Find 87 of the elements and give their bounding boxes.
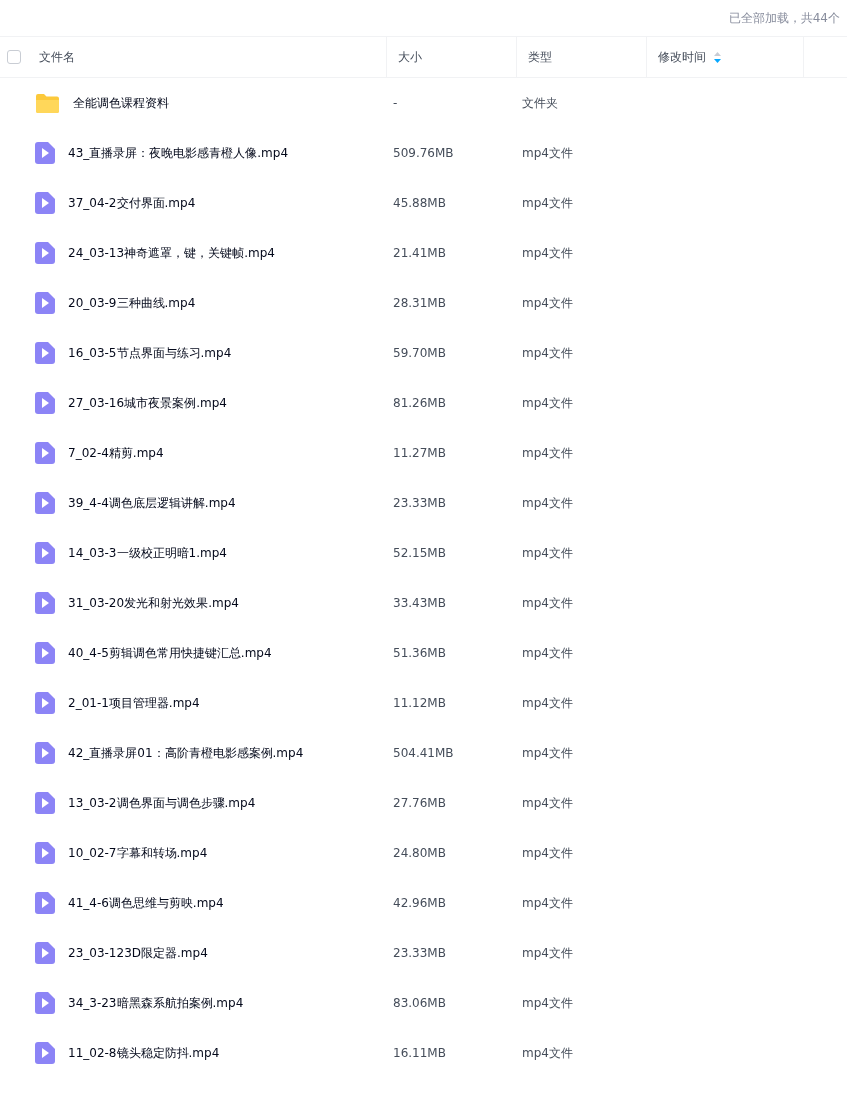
video-file-icon [35,792,55,814]
sort-icon[interactable] [714,51,721,63]
video-file-icon [35,142,55,164]
file-size: 509.76MB [393,146,454,160]
file-type: mp4文件 [522,294,573,312]
file-size: 11.27MB [393,446,446,460]
column-header[interactable]: 类型 [528,48,552,66]
video-file-icon [35,392,55,414]
file-size: 27.76MB [393,796,446,810]
video-file-icon [35,342,55,364]
column-header[interactable]: 修改时间 [658,48,706,66]
file-type: mp4文件 [522,594,573,612]
file-size: 59.70MB [393,346,446,360]
file-size: 23.33MB [393,496,446,510]
file-size: 33.43MB [393,596,446,610]
column-header[interactable]: 文件名 [39,48,75,66]
file-size: 21.41MB [393,246,446,260]
file-name[interactable]: 10_02-7字幕和转场.mp4 [68,844,208,862]
file-type: mp4文件 [522,444,573,462]
video-file-icon [35,242,55,264]
file-name[interactable]: 31_03-20发光和射光效果.mp4 [68,594,239,612]
file-type: mp4文件 [522,394,573,412]
file-type: mp4文件 [522,894,573,912]
file-size: 52.15MB [393,546,446,560]
file-name[interactable]: 11_02-8镜头稳定防抖.mp4 [68,1044,220,1062]
file-type: mp4文件 [522,544,573,562]
file-name[interactable]: 24_03-13神奇遮罩，键，关键帧.mp4 [68,244,275,262]
file-type: mp4文件 [522,694,573,712]
file-size: 83.06MB [393,996,446,1010]
video-file-icon [35,842,55,864]
file-size: 45.88MB [393,196,446,210]
file-name[interactable]: 13_03-2调色界面与调色步骤.mp4 [68,794,256,812]
file-size: - [393,96,398,110]
file-name[interactable]: 7_02-4精剪.mp4 [68,444,164,462]
file-type: mp4文件 [522,144,573,162]
file-size: 504.41MB [393,746,454,760]
file-type: mp4文件 [522,344,573,362]
select-all-checkbox[interactable] [7,50,21,64]
column-header[interactable]: 大小 [398,48,422,66]
file-type: mp4文件 [522,194,573,212]
video-file-icon [35,1042,55,1064]
file-type: mp4文件 [522,944,573,962]
load-status: 已全部加载，共44个 [728,9,840,27]
file-name[interactable]: 27_03-16城市夜景案例.mp4 [68,394,227,412]
file-type: mp4文件 [522,494,573,512]
file-type: mp4文件 [522,644,573,662]
file-name[interactable]: 14_03-3一级校正明暗1.mp4 [68,544,227,562]
file-name[interactable]: 2_01-1项目管理器.mp4 [68,694,200,712]
file-name[interactable]: 37_04-2交付界面.mp4 [68,194,196,212]
video-file-icon [35,692,55,714]
file-name[interactable]: 全能调色课程资料 [73,94,169,112]
file-name[interactable]: 40_4-5剪辑调色常用快捷键汇总.mp4 [68,644,272,662]
file-name[interactable]: 34_3-23暗黑森系航拍案例.mp4 [68,994,244,1012]
file-type: mp4文件 [522,744,573,762]
file-size: 24.80MB [393,846,446,860]
video-file-icon [35,592,55,614]
file-name[interactable]: 20_03-9三种曲线.mp4 [68,294,196,312]
file-size: 16.11MB [393,1046,446,1060]
file-type: mp4文件 [522,1044,573,1062]
file-size: 51.36MB [393,646,446,660]
file-type: mp4文件 [522,994,573,1012]
file-size: 42.96MB [393,896,446,910]
file-type: mp4文件 [522,844,573,862]
file-name[interactable]: 42_直播录屏01：高阶青橙电影感案例.mp4 [68,744,304,762]
video-file-icon [35,492,55,514]
video-file-icon [35,442,55,464]
file-name[interactable]: 43_直播录屏：夜晚电影感青橙人像.mp4 [68,144,289,162]
video-file-icon [35,742,55,764]
video-file-icon [35,892,55,914]
file-name[interactable]: 23_03-123D限定器.mp4 [68,944,208,962]
file-size: 28.31MB [393,296,446,310]
file-name[interactable]: 39_4-4调色底层逻辑讲解.mp4 [68,494,236,512]
file-name[interactable]: 41_4-6调色思维与剪映.mp4 [68,894,224,912]
video-file-icon [35,942,55,964]
file-size: 23.33MB [393,946,446,960]
folder-icon [35,92,60,114]
file-size: 81.26MB [393,396,446,410]
video-file-icon [35,192,55,214]
file-name[interactable]: 16_03-5节点界面与练习.mp4 [68,344,232,362]
file-type: mp4文件 [522,244,573,262]
video-file-icon [35,992,55,1014]
file-type: mp4文件 [522,794,573,812]
video-file-icon [35,542,55,564]
video-file-icon [35,642,55,664]
video-file-icon [35,292,55,314]
file-size: 11.12MB [393,696,446,710]
file-type: 文件夹 [522,94,558,112]
